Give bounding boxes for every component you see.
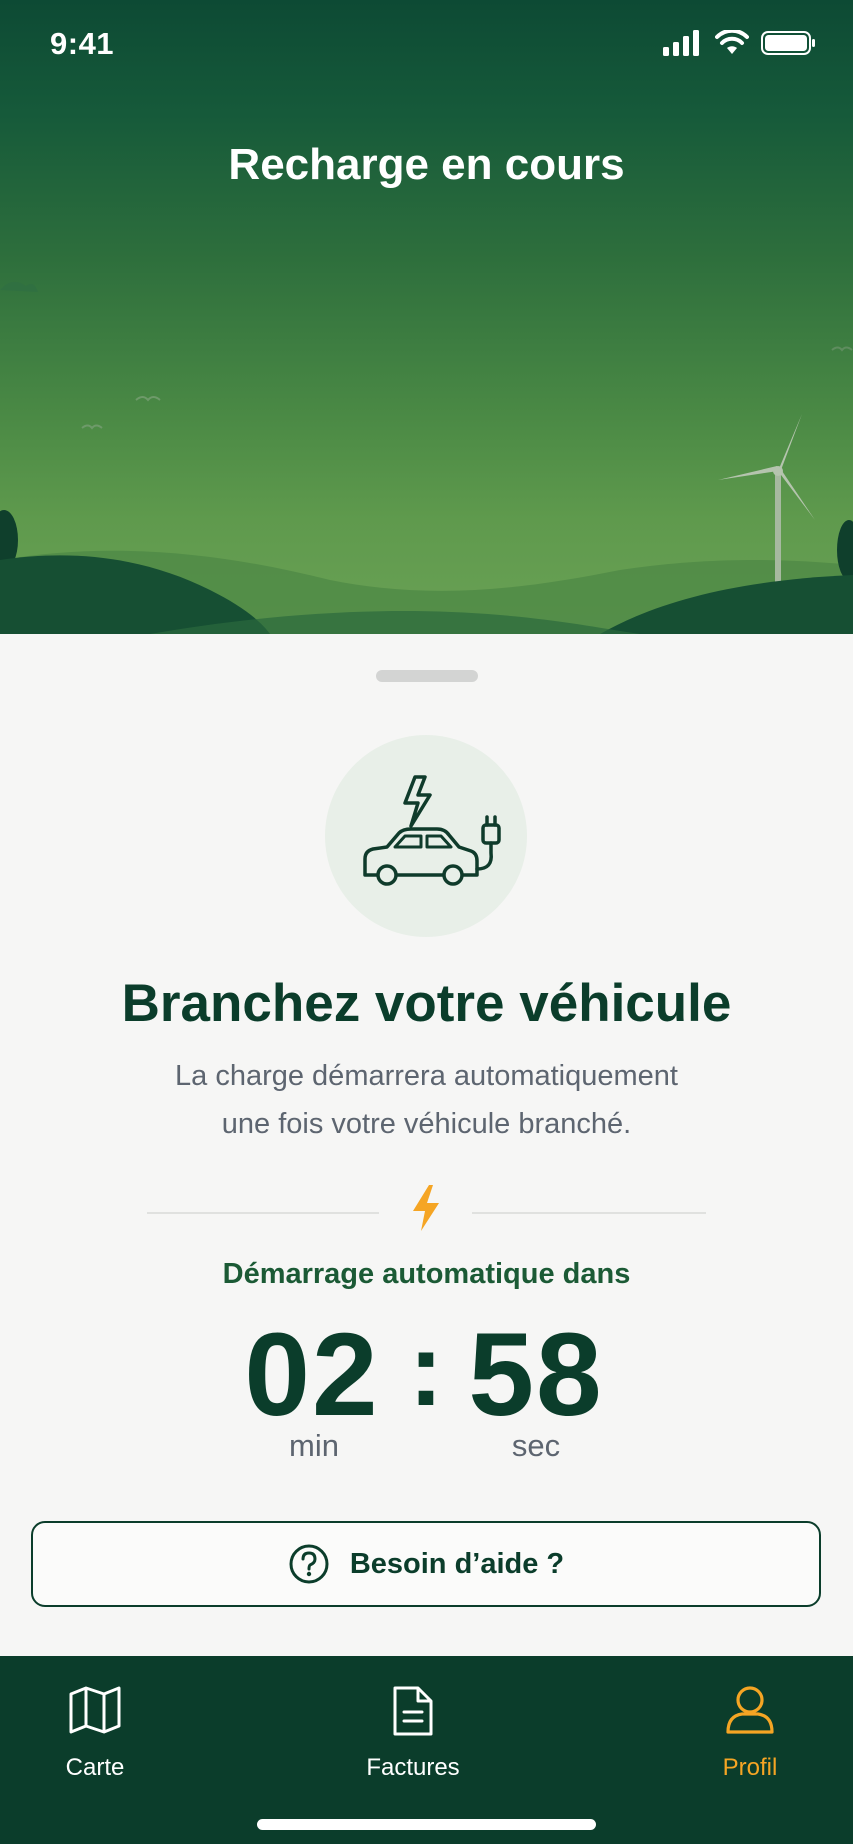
instruction-title: Branchez votre véhicule: [121, 974, 732, 1033]
status-time: 9:41: [50, 26, 115, 61]
cellular-signal-icon: [663, 30, 699, 56]
countdown-label: Démarrage automatique dans: [222, 1258, 631, 1290]
description-line: une fois votre véhicule branché.: [221, 1108, 632, 1140]
car-charging-icon: [363, 775, 501, 886]
ev-plug-illustration: [325, 735, 527, 937]
minutes-unit: min: [289, 1428, 339, 1463]
home-indicator: [257, 1819, 596, 1830]
lightning-icon: [413, 1185, 439, 1231]
instruction-description: La charge démarrera automatiquement une …: [0, 1052, 853, 1148]
countdown-seconds: 58: [468, 1309, 604, 1441]
question-circle-icon: [288, 1543, 330, 1585]
landscape-illustration: [0, 281, 853, 634]
hero-header: 9:41 Recharge en cours: [0, 0, 853, 634]
tab-label: Carte: [65, 1754, 125, 1781]
help-button-label: Besoin d’aide ?: [349, 1547, 565, 1580]
tab-label: Profil: [722, 1754, 778, 1781]
tab-profil[interactable]: Profil: [660, 1656, 840, 1806]
tab-bar: Carte Factures Profil: [0, 1656, 853, 1844]
map-icon: [5, 1684, 185, 1736]
sheet-grabber[interactable]: [376, 670, 478, 682]
tab-carte[interactable]: Carte: [5, 1656, 185, 1806]
help-button[interactable]: Besoin d’aide ?: [31, 1521, 821, 1607]
tab-label: Factures: [366, 1754, 460, 1781]
user-icon: [660, 1684, 840, 1738]
seconds-unit: sec: [511, 1428, 561, 1463]
battery-icon: [761, 31, 815, 55]
status-icons: [663, 30, 817, 56]
divider-right: [472, 1212, 706, 1214]
page-title: Recharge en cours: [228, 140, 625, 189]
wifi-icon: [715, 30, 749, 54]
status-bar: 9:41: [0, 0, 853, 92]
description-line: La charge démarrera automatiquement: [175, 1060, 678, 1092]
countdown-minutes: 02: [244, 1309, 380, 1441]
tab-factures[interactable]: Factures: [323, 1656, 503, 1806]
bottom-sheet: Branchez votre véhicule La charge démarr…: [0, 634, 853, 1656]
document-icon: [323, 1684, 503, 1738]
divider-left: [147, 1212, 379, 1214]
